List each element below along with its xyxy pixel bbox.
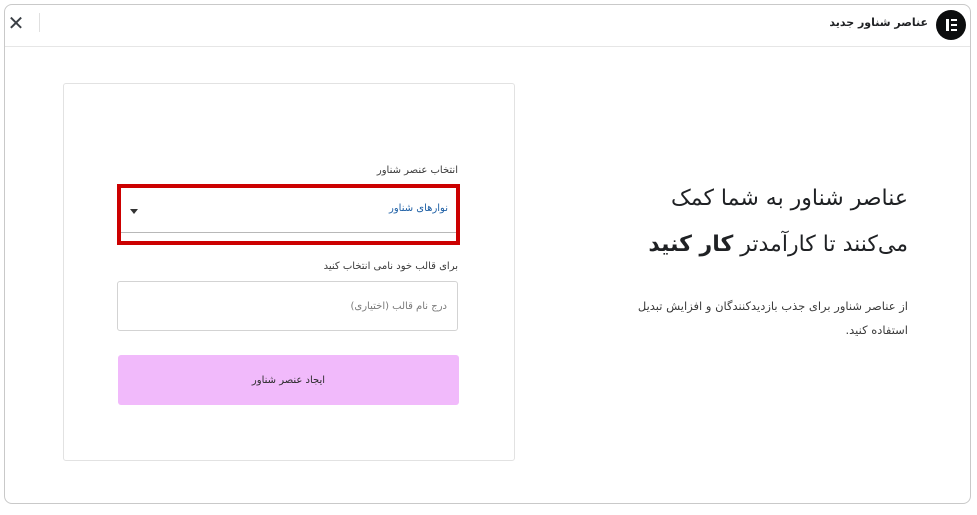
template-name-input[interactable] [117, 281, 458, 331]
headline-line-2-bold: کار کنید [648, 232, 734, 257]
headline-line-1: عناصر شناور به شما کمک [671, 186, 908, 211]
create-floating-element-button[interactable]: ایجاد عنصر شناور [118, 355, 459, 405]
intro-headline: عناصر شناور به شما کمک می‌کنند تا کارآمد… [578, 176, 908, 268]
name-label: برای قالب خود نامی انتخاب کنید [323, 261, 458, 272]
select-label: انتخاب عنصر شناور [376, 165, 458, 176]
caret-down-icon[interactable] [130, 209, 138, 214]
header-divider [39, 13, 40, 32]
select-underline [121, 232, 456, 233]
select-value: نوارهای شناور [389, 203, 448, 214]
headline-line-2: می‌کنند تا کارآمدتر کار کنید [578, 222, 908, 268]
new-floating-element-dialog: عناصر شناور جدید ✕ انتخاب عنصر شناور نوا… [4, 4, 971, 504]
headline-line-2-regular: می‌کنند تا کارآمدتر [740, 232, 908, 257]
elementor-logo-icon [936, 10, 966, 40]
dialog-title: عناصر شناور جدید [829, 16, 928, 29]
intro-description: از عناصر شناور برای جذب بازدیدکنندگان و … [637, 299, 908, 337]
close-icon[interactable]: ✕ [5, 11, 27, 35]
dialog-header: عناصر شناور جدید ✕ [5, 5, 970, 47]
floating-element-type-select[interactable]: نوارهای شناور [117, 184, 460, 245]
form-panel: انتخاب عنصر شناور نوارهای شناور برای قال… [63, 83, 515, 461]
